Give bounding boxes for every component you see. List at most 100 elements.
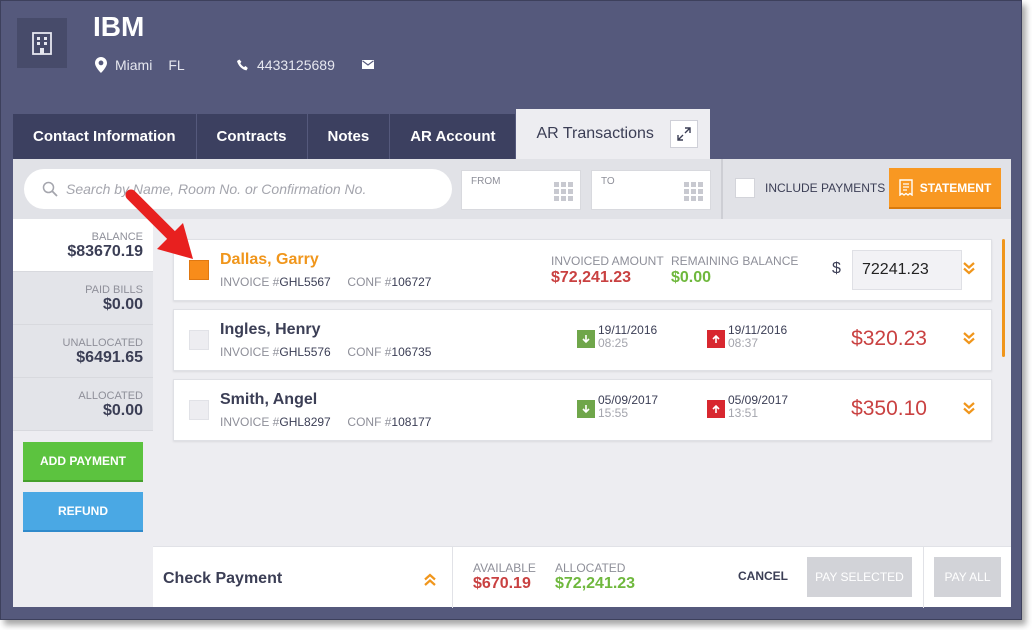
conf-number: 108177 bbox=[391, 415, 432, 429]
annotation-arrow bbox=[125, 189, 193, 259]
tab-label: AR Account bbox=[410, 128, 496, 145]
invoice-number: GHL5576 bbox=[279, 345, 331, 359]
row-checkbox[interactable] bbox=[189, 330, 209, 350]
tab-bar: Contact Information Contracts Notes AR A… bbox=[13, 109, 711, 159]
phone-icon bbox=[237, 59, 248, 71]
allocated-stat[interactable]: ALLOCATED $0.00 bbox=[13, 378, 153, 431]
invoice-prefix: INVOICE # bbox=[220, 275, 280, 289]
refund-button[interactable]: REFUND bbox=[23, 492, 143, 532]
transaction-row[interactable]: Dallas, Garry INVOICE #GHL5567 CONF #106… bbox=[173, 239, 992, 301]
footer-divider bbox=[452, 547, 453, 608]
unallocated-value: $6491.65 bbox=[76, 349, 143, 366]
invoice-prefix: INVOICE # bbox=[220, 345, 280, 359]
include-payments-toggle[interactable]: INCLUDE PAYMENTS bbox=[735, 178, 885, 198]
cancel-button[interactable]: CANCEL bbox=[738, 569, 788, 583]
company-phone[interactable]: 4433125689 bbox=[237, 57, 335, 73]
allocated-value: $0.00 bbox=[102, 402, 143, 419]
invoice-number: GHL5567 bbox=[279, 275, 331, 289]
row-checkbox[interactable] bbox=[189, 400, 209, 420]
check-out-date: 05/09/2017 bbox=[728, 393, 789, 407]
check-out-date: 19/11/2016 bbox=[728, 323, 788, 337]
conf-number: 106727 bbox=[391, 275, 432, 289]
invoice-number: GHL8297 bbox=[279, 415, 331, 429]
tab-label: AR Transactions bbox=[536, 125, 654, 142]
arrow-up-icon bbox=[707, 400, 725, 418]
tab-contracts[interactable]: Contracts bbox=[196, 114, 308, 159]
guest-name: Ingles, Henry bbox=[220, 321, 321, 338]
remaining-balance-label: REMAINING BALANCE bbox=[671, 254, 799, 268]
company-phone-number: 4433125689 bbox=[257, 57, 335, 73]
to-date-field[interactable]: TO bbox=[591, 170, 711, 210]
arrow-down-icon bbox=[577, 330, 595, 348]
check-in-time: 08:25 bbox=[598, 336, 629, 350]
company-location: Miami FL bbox=[95, 57, 185, 73]
location-pin-icon bbox=[95, 57, 107, 73]
arrow-up-icon bbox=[707, 330, 725, 348]
arrow-down-icon bbox=[577, 400, 595, 418]
row-amount: $350.10 bbox=[851, 397, 927, 420]
invoice-info: INVOICE #GHL5576 CONF #106735 bbox=[220, 345, 431, 359]
check-in-time: 15:55 bbox=[598, 406, 629, 420]
check-in-datetime: 19/11/2016 08:25 bbox=[598, 324, 657, 350]
check-in-date: 05/09/2017 bbox=[598, 393, 659, 407]
tab-ar-account[interactable]: AR Account bbox=[390, 114, 517, 159]
available-value: $670.19 bbox=[473, 575, 531, 592]
chevron-double-down-icon[interactable] bbox=[962, 401, 976, 415]
chevron-double-up-icon[interactable] bbox=[423, 573, 437, 587]
from-label: FROM bbox=[471, 176, 501, 187]
calendar-grid-icon[interactable] bbox=[554, 182, 574, 202]
chevron-double-down-icon[interactable] bbox=[962, 261, 976, 275]
add-payment-button[interactable]: ADD PAYMENT bbox=[23, 442, 143, 482]
remaining-balance-value: $0.00 bbox=[671, 269, 712, 286]
tab-label: Contracts bbox=[216, 128, 287, 145]
pay-selected-button[interactable]: PAY SELECTED bbox=[807, 557, 912, 597]
conf-prefix: CONF # bbox=[347, 415, 392, 429]
tab-contact-information[interactable]: Contact Information bbox=[13, 114, 197, 159]
available-label: AVAILABLE bbox=[473, 561, 536, 575]
allocated-label: ALLOCATED bbox=[555, 561, 626, 575]
check-in-datetime: 05/09/2017 15:55 bbox=[598, 394, 658, 420]
transaction-row[interactable]: Ingles, Henry INVOICE #GHL5576 CONF #106… bbox=[173, 309, 992, 371]
tab-notes[interactable]: Notes bbox=[307, 114, 391, 159]
invoice-info: INVOICE #GHL5567 CONF #106727 bbox=[220, 275, 431, 289]
conf-prefix: CONF # bbox=[347, 345, 392, 359]
app-window: IBM Miami FL 4433125689 Contact Informat… bbox=[0, 0, 1022, 620]
invoiced-amount-label: INVOICED AMOUNT bbox=[551, 254, 664, 268]
payment-amount-input[interactable] bbox=[852, 250, 962, 290]
check-out-datetime: 19/11/2016 08:37 bbox=[728, 324, 787, 350]
unallocated-label: UNALLOCATED bbox=[62, 337, 143, 349]
to-label: TO bbox=[601, 176, 615, 187]
chevron-double-down-icon[interactable] bbox=[962, 331, 976, 345]
check-out-time: 08:37 bbox=[728, 336, 759, 350]
check-payment-footer: Check Payment AVAILABLE $670.19 ALLOCATE… bbox=[153, 546, 1011, 608]
receipt-icon bbox=[899, 179, 913, 196]
currency-symbol: $ bbox=[832, 260, 841, 277]
unallocated-stat[interactable]: UNALLOCATED $6491.65 bbox=[13, 325, 153, 378]
conf-prefix: CONF # bbox=[347, 275, 392, 289]
paid-bills-label: PAID BILLS bbox=[85, 284, 143, 296]
from-date-field[interactable]: FROM bbox=[461, 170, 581, 210]
statement-button[interactable]: STATEMENT bbox=[889, 168, 1001, 209]
tab-ar-transactions[interactable]: AR Transactions bbox=[516, 109, 711, 159]
transaction-row[interactable]: Smith, Angel INVOICE #GHL8297 CONF #1081… bbox=[173, 379, 992, 441]
mail-icon[interactable] bbox=[362, 60, 374, 69]
include-payments-checkbox[interactable] bbox=[735, 178, 755, 198]
calendar-grid-icon[interactable] bbox=[684, 182, 704, 202]
guest-name: Dallas, Garry bbox=[220, 251, 319, 268]
invoice-prefix: INVOICE # bbox=[220, 415, 280, 429]
pay-all-button[interactable]: PAY ALL bbox=[934, 557, 1001, 597]
tab-label: Notes bbox=[327, 128, 370, 145]
search-box[interactable] bbox=[24, 169, 452, 209]
paid-bills-stat[interactable]: PAID BILLS $0.00 bbox=[13, 272, 153, 325]
footer-divider bbox=[923, 547, 924, 608]
footer-title: Check Payment bbox=[163, 570, 283, 587]
building-icon bbox=[17, 18, 67, 68]
toolbar-divider bbox=[721, 159, 723, 219]
scrollbar[interactable] bbox=[1002, 239, 1005, 357]
search-icon bbox=[42, 181, 58, 197]
invoiced-amount-value: $72,241.23 bbox=[551, 269, 632, 286]
check-out-datetime: 05/09/2017 13:51 bbox=[728, 394, 788, 420]
include-payments-label: INCLUDE PAYMENTS bbox=[765, 181, 886, 195]
row-amount: $320.23 bbox=[851, 327, 927, 350]
expand-icon[interactable] bbox=[669, 120, 698, 148]
